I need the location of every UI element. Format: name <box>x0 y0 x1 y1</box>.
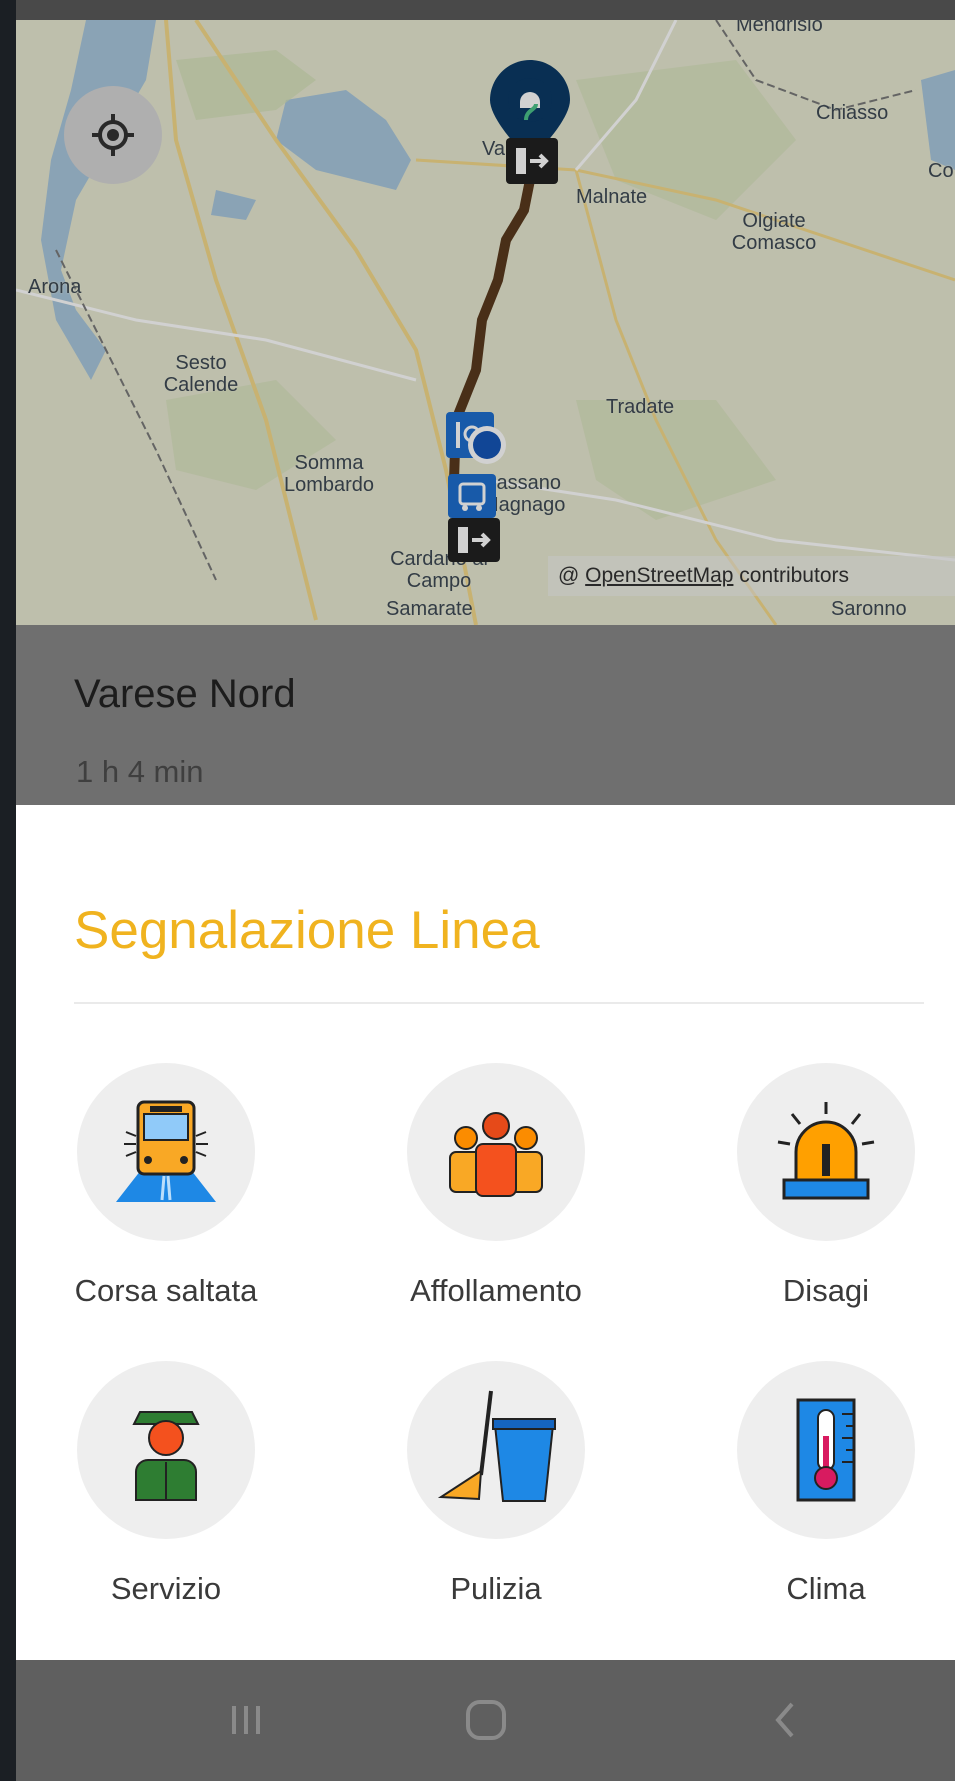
map-place-label: Sesto Calende <box>163 352 239 396</box>
system-navigation-bar <box>16 1660 955 1781</box>
option-icon-circle <box>77 1361 255 1539</box>
route-duration: 1 h 4 min <box>76 754 204 789</box>
map-place-label: Saronno <box>831 598 907 620</box>
home-icon <box>466 1700 506 1740</box>
back-icon <box>775 1702 794 1738</box>
map-attribution: @ OpenStreetMap contributors <box>548 556 955 596</box>
option-label: Affollamento <box>410 1273 582 1308</box>
option-label: Pulizia <box>450 1571 542 1606</box>
current-position-icon <box>468 426 506 464</box>
map-place-label: Samarate <box>386 598 473 620</box>
back-button[interactable] <box>746 1690 826 1750</box>
map-place-label: Olgiate Comasco <box>731 210 817 254</box>
bus-marker-icon <box>448 474 496 518</box>
top-strip <box>16 0 955 20</box>
sheet-title: Segnalazione Linea <box>74 901 540 960</box>
openstreetmap-link[interactable]: OpenStreetMap <box>585 564 733 587</box>
option-icon-circle <box>77 1063 255 1241</box>
option-label: Corsa saltata <box>74 1273 258 1308</box>
option-label: Servizio <box>110 1571 222 1606</box>
option-label: Disagi <box>782 1273 870 1308</box>
app-screen: Mendrisio Chiasso Co Varese Malnate Olgi… <box>16 0 955 1781</box>
option-icon-circle <box>737 1063 915 1241</box>
map-place-label: Malnate <box>576 186 648 208</box>
crosshair-icon <box>92 114 134 156</box>
alarm-light-icon <box>777 1102 875 1200</box>
option-corsa-saltata[interactable]: Corsa saltata <box>36 1063 296 1313</box>
attribution-suffix: contributors <box>739 564 849 587</box>
option-label: Clima <box>786 1571 866 1606</box>
option-servizio[interactable]: Servizio <box>36 1361 296 1611</box>
map-place-label: Chiasso <box>816 102 889 124</box>
thermometer-icon <box>796 1398 856 1502</box>
exit-marker-icon <box>506 138 558 184</box>
map-place-label: Cassano Magnago <box>482 472 566 516</box>
staff-icon <box>132 1411 200 1501</box>
crowd-icon <box>449 1112 543 1197</box>
map-place-label: Co <box>928 160 954 182</box>
option-affollamento[interactable]: Affollamento <box>366 1063 626 1313</box>
recent-apps-icon <box>232 1706 260 1734</box>
route-map[interactable]: Mendrisio Chiasso Co Varese Malnate Olgi… <box>16 20 955 625</box>
option-icon-circle <box>407 1361 585 1539</box>
exit-marker-icon <box>448 518 500 562</box>
option-icon-circle <box>407 1063 585 1241</box>
map-place-label: Mendrisio <box>736 20 823 36</box>
cleaning-icon <box>437 1390 556 1502</box>
map-place-label: Somma Lombardo <box>283 452 375 496</box>
locate-me-button[interactable] <box>64 86 162 184</box>
map-place-label: Tradate <box>606 396 675 418</box>
divider <box>74 1002 924 1004</box>
attribution-symbol: @ <box>558 564 580 587</box>
map-place-label: Arona <box>28 276 82 298</box>
bus-icon <box>116 1100 216 1202</box>
option-disagi[interactable]: Disagi <box>696 1063 955 1313</box>
option-icon-circle <box>737 1361 915 1539</box>
option-clima[interactable]: Clima <box>696 1361 955 1611</box>
option-pulizia[interactable]: Pulizia <box>366 1361 626 1611</box>
report-bottom-sheet: Segnalazione Linea Corsa saltata Affolla… <box>16 805 955 1660</box>
home-button[interactable] <box>446 1690 526 1750</box>
route-title: Varese Nord <box>74 672 296 716</box>
recent-apps-button[interactable] <box>206 1690 286 1750</box>
